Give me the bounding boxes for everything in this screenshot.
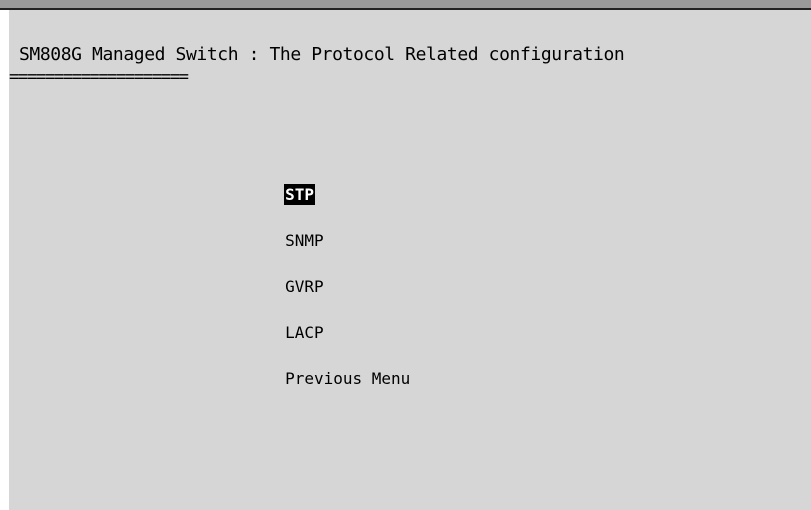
menu-item-label: STP <box>284 184 315 205</box>
menu-item-label: Previous Menu <box>285 369 411 388</box>
terminal-screen[interactable]: SM808G Managed Switch : The Protocol Rel… <box>9 10 811 510</box>
terminal-window: SM808G Managed Switch : The Protocol Rel… <box>0 0 811 510</box>
title-underline: ==================== <box>9 67 189 87</box>
menu-item-label: LACP <box>285 323 324 342</box>
menu-item-label: GVRP <box>285 277 324 296</box>
menu-item-label: SNMP <box>285 231 324 250</box>
page-title: SM808G Managed Switch : The Protocol Rel… <box>19 44 625 65</box>
menu-item-stp[interactable]: STP <box>207 160 411 205</box>
window-top-border <box>0 0 811 10</box>
protocol-menu: STP SNMP GVRP LACP Previous Menu <box>207 160 411 390</box>
window-left-edge <box>0 10 9 510</box>
